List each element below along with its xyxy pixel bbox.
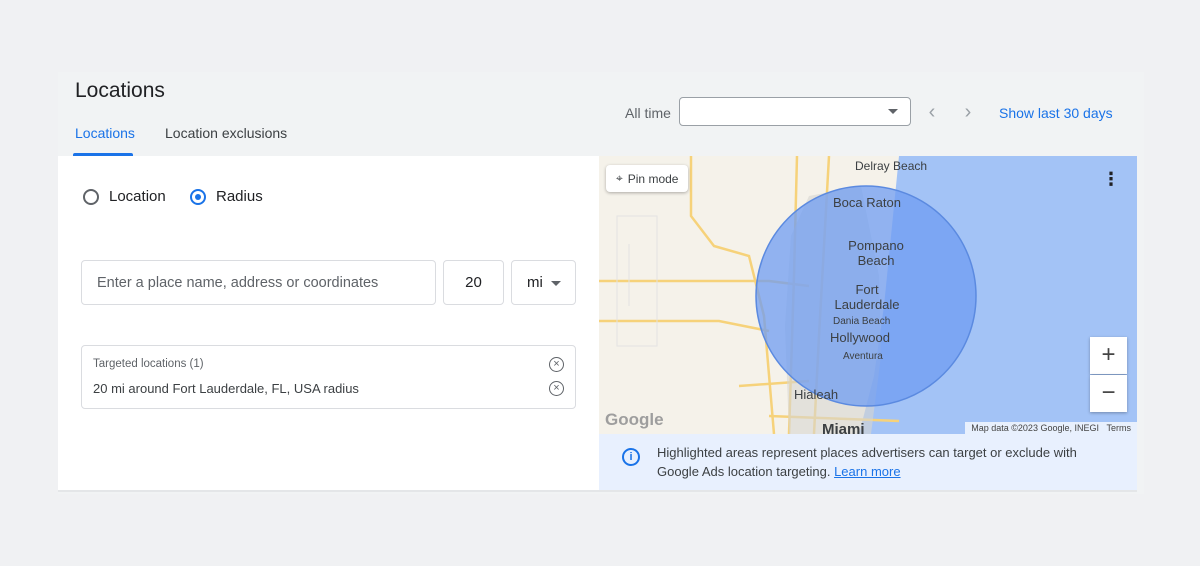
pin-mode-label: Pin mode — [627, 171, 679, 186]
place-search-input[interactable] — [81, 260, 436, 305]
location-option[interactable]: Location — [83, 188, 166, 205]
map-label-pompano-beach: Pompano Beach — [848, 238, 904, 268]
radius-option-label: Radius — [216, 188, 263, 205]
radius-option[interactable]: Radius — [190, 188, 263, 205]
locations-panel: Locations Locations Location exclusions … — [58, 72, 1144, 494]
divider — [58, 490, 1137, 492]
dropdown-caret-icon — [551, 281, 561, 286]
location-radio[interactable] — [83, 188, 99, 205]
pin-icon: ⌖ — [616, 171, 623, 185]
page-title: Locations — [75, 79, 165, 102]
info-icon: i — [622, 448, 640, 466]
remove-all-icon[interactable]: × — [549, 357, 564, 372]
map-data-credit: Map data ©2023 Google, INEGI — [971, 423, 1099, 433]
date-range-select[interactable] — [679, 97, 911, 126]
zoom-in-button[interactable]: + — [1090, 337, 1127, 374]
targeted-location-item: 20 mi around Fort Lauderdale, FL, USA ra… — [93, 381, 359, 396]
remove-location-icon[interactable]: × — [549, 381, 564, 396]
map-label-fort-lauderdale: Fort Lauderdale — [834, 282, 900, 312]
location-option-label: Location — [109, 188, 166, 205]
map-label-delray-beach: Delray Beach — [855, 159, 928, 173]
tab-location-exclusions[interactable]: Location exclusions — [165, 125, 287, 141]
chevron-left-icon[interactable]: ‹ — [922, 102, 942, 122]
map-label-aventura: Aventura — [843, 351, 883, 362]
targeted-locations-box: Targeted locations (1) × 20 mi around Fo… — [81, 345, 576, 409]
google-logo: Google — [605, 410, 664, 429]
map-label-hialeah: Hialeah — [794, 387, 839, 402]
radius-input[interactable] — [443, 260, 504, 305]
terms-link[interactable]: Terms — [1107, 423, 1132, 433]
radius-radio[interactable] — [190, 188, 206, 205]
show-last-30-days-link[interactable]: Show last 30 days — [999, 105, 1113, 121]
unit-value: mi — [527, 274, 543, 291]
map-info-banner: i Highlighted areas represent places adv… — [599, 434, 1137, 490]
unit-select[interactable]: mi — [511, 260, 576, 305]
map-label-boca-raton: Boca Raton — [833, 195, 901, 210]
targeted-locations-header: Targeted locations (1) — [93, 358, 204, 370]
learn-more-link[interactable]: Learn more — [834, 464, 900, 479]
info-text: Highlighted areas represent places adver… — [657, 443, 1117, 481]
pin-mode-button[interactable]: ⌖ Pin mode — [606, 165, 689, 192]
map-label-hollywood: Hollywood — [830, 330, 890, 345]
map-label-dania-beach: Dania Beach — [833, 316, 891, 327]
more-options-icon[interactable]: ⋮ — [1102, 170, 1120, 188]
zoom-out-button[interactable]: − — [1090, 375, 1127, 412]
map-view[interactable]: ⌖ Pin mode ⋮ + − Delray Beach Boca Raton… — [599, 156, 1137, 434]
tab-locations[interactable]: Locations — [75, 125, 135, 141]
map-attribution: Map data ©2023 Google, INEGI Terms — [965, 422, 1137, 434]
chevron-right-icon[interactable]: › — [958, 102, 978, 122]
dropdown-caret-icon — [888, 109, 898, 114]
targeting-panel: Location Radius mi Targeted locations (1… — [58, 156, 599, 490]
date-range-label: All time — [625, 105, 671, 121]
map-label-miami: Miami — [822, 421, 865, 434]
